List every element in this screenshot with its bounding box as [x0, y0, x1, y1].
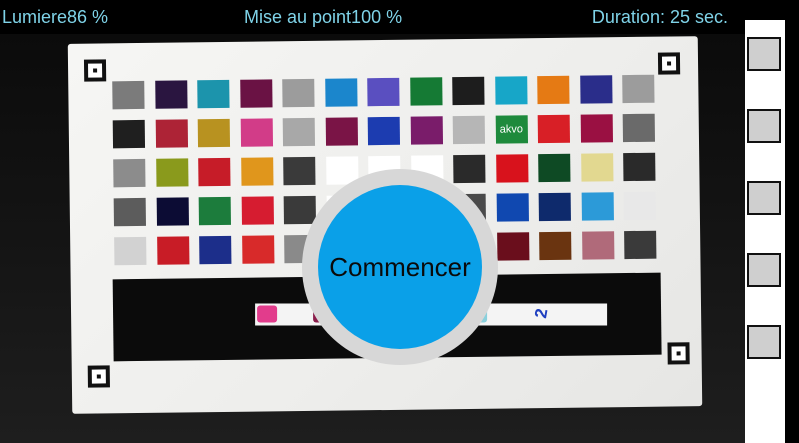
color-patch	[538, 192, 571, 222]
status-bar: Lumiere86 % Mise au point100 % Duration:…	[0, 0, 745, 34]
color-patch	[197, 79, 230, 109]
color-patch	[283, 156, 316, 186]
color-patch	[199, 235, 232, 265]
color-patch	[581, 231, 614, 260]
color-patch	[367, 77, 400, 107]
color-patch	[282, 117, 316, 147]
camera-preview: akvo 2 Commencer	[0, 34, 745, 443]
color-patch	[580, 114, 613, 143]
color-patch	[239, 79, 273, 108]
color-patch	[197, 118, 231, 148]
marker-top-right	[657, 52, 681, 75]
color-patch	[155, 158, 189, 187]
color-patch	[539, 231, 572, 261]
color-patch	[537, 114, 571, 144]
color-patch	[538, 153, 571, 183]
color-patch	[324, 78, 358, 107]
color-patch	[624, 230, 657, 260]
color-patch	[282, 78, 315, 108]
frame-slot	[747, 325, 781, 359]
marker-bottom-left	[87, 365, 110, 388]
marker-top-left	[83, 59, 107, 82]
color-patch	[198, 157, 231, 187]
color-patch	[241, 196, 274, 225]
color-patch-grid: akvo	[68, 36, 698, 266]
strip-mark: 2	[531, 307, 552, 320]
color-patch	[495, 154, 528, 183]
focus-level-text: Mise au point100 %	[244, 7, 403, 27]
color-patch	[154, 80, 188, 109]
color-patch	[240, 157, 274, 186]
strip-pad	[257, 305, 278, 323]
color-patch	[581, 192, 614, 221]
color-patch	[112, 119, 146, 149]
color-patch	[156, 197, 189, 226]
color-patch	[409, 77, 443, 106]
color-patch	[367, 116, 401, 146]
marker-bottom-right	[667, 342, 690, 365]
color-patch	[112, 80, 145, 110]
color-patch	[496, 193, 529, 222]
color-patch	[155, 119, 188, 148]
color-patch	[537, 75, 570, 105]
duration-text: Duration: 25 sec.	[591, 7, 728, 27]
color-patch	[198, 196, 231, 226]
color-patch	[453, 154, 486, 184]
akvo-logo-patch: akvo	[495, 115, 528, 144]
color-patch	[496, 232, 529, 261]
color-patch	[241, 235, 274, 264]
color-patch	[579, 75, 613, 104]
color-patch	[114, 236, 147, 266]
color-patch	[580, 153, 613, 182]
color-patch	[113, 197, 146, 227]
start-button[interactable]: Commencer	[318, 185, 482, 349]
frame-slot	[747, 109, 781, 143]
color-patch	[622, 113, 656, 143]
color-patch	[494, 76, 528, 105]
color-patch	[622, 74, 655, 104]
color-patch	[410, 116, 443, 145]
color-patch	[452, 115, 486, 145]
frame-slot	[747, 253, 781, 287]
color-patch	[156, 236, 189, 265]
light-level-text: Lumiere86 %	[2, 7, 109, 27]
color-patch	[325, 117, 358, 146]
color-patch	[113, 158, 146, 188]
color-patch	[452, 76, 485, 106]
color-patch	[623, 191, 656, 221]
captured-frames-panel	[745, 20, 785, 443]
color-patch	[283, 195, 316, 225]
frame-slot	[747, 181, 781, 215]
frame-slot	[747, 37, 781, 71]
color-patch	[623, 152, 656, 182]
color-patch	[240, 118, 273, 147]
